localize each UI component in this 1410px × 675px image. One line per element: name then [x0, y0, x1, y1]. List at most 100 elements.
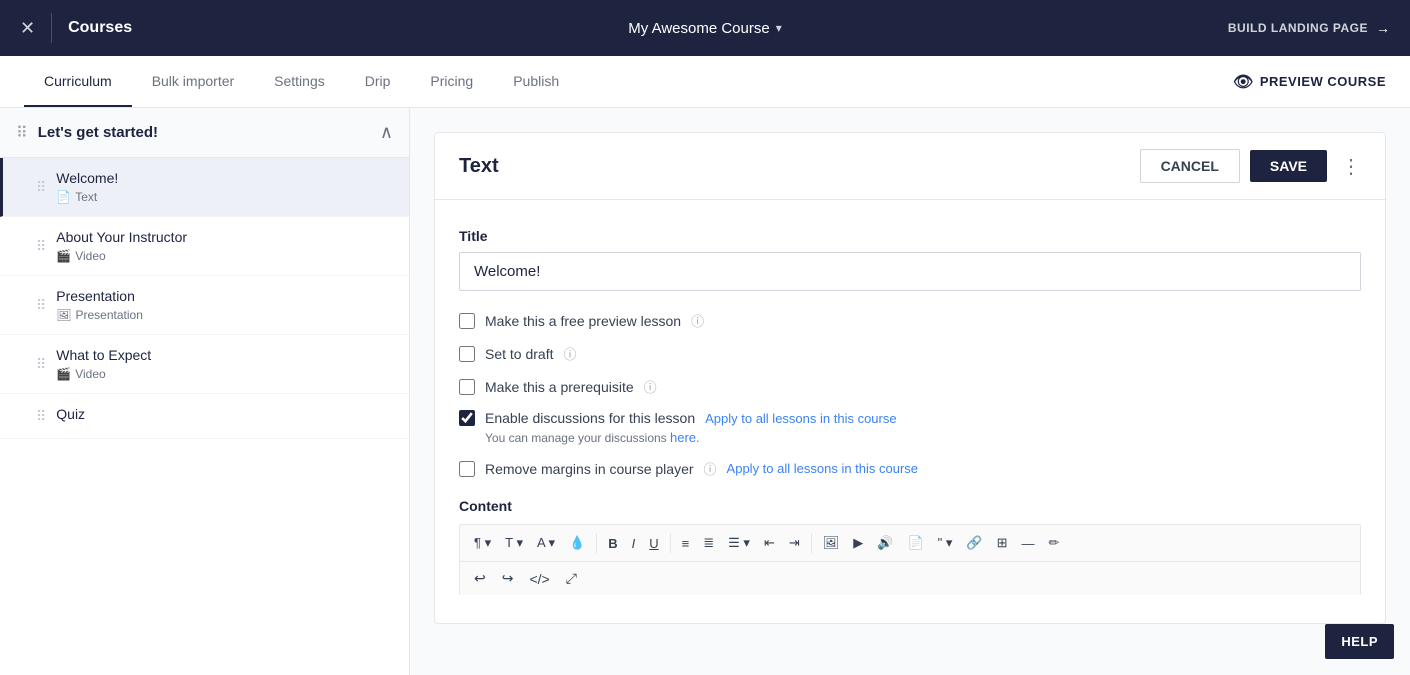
lesson-item-welcome[interactable]: ⠿ Welcome! 📄 Text: [0, 158, 409, 217]
highlight-button[interactable]: 💧: [563, 531, 591, 555]
vertical-divider: [51, 13, 52, 43]
arrow-right-icon: →: [1376, 20, 1390, 36]
ordered-list-button[interactable]: ≣: [697, 531, 720, 555]
tab-drip[interactable]: Drip: [345, 57, 411, 107]
lesson-item-quiz[interactable]: ⠿ Quiz: [0, 394, 409, 439]
draft-label: Set to draft: [485, 346, 553, 362]
redo-button[interactable]: ↪: [496, 566, 520, 591]
help-button[interactable]: HELP: [1325, 624, 1394, 659]
lesson-drag-handle[interactable]: ⠿: [36, 179, 46, 196]
text-type-icon: 📄: [56, 190, 71, 204]
prerequisite-checkbox[interactable]: [459, 379, 475, 395]
text-size-button[interactable]: T ▾: [499, 531, 529, 555]
editor-body: Title Make this a free preview lesson ⓘ: [435, 200, 1385, 623]
course-title[interactable]: My Awesome Course: [628, 20, 769, 37]
tab-curriculum[interactable]: Curriculum: [24, 57, 132, 107]
save-button[interactable]: SAVE: [1250, 150, 1327, 182]
lesson-type-about: 🎬 Video: [56, 249, 393, 263]
course-title-area: My Awesome Course ▾: [628, 20, 781, 37]
collapse-section-icon[interactable]: ∧: [380, 122, 393, 143]
free-preview-info-icon[interactable]: ⓘ: [691, 311, 704, 330]
section-header: ⠿ Let's get started! ∧: [0, 108, 409, 158]
checkbox-row-discussions: Enable discussions for this lesson Apply…: [459, 410, 1361, 445]
draft-checkbox[interactable]: [459, 346, 475, 362]
tab-publish[interactable]: Publish: [493, 57, 579, 107]
lesson-item-presentation[interactable]: ⠿ Presentation 🖼 Presentation: [0, 276, 409, 335]
tab-bulk-importer[interactable]: Bulk importer: [132, 57, 254, 107]
paragraph-button[interactable]: ¶ ▾: [468, 531, 497, 555]
align-button[interactable]: ☰ ▾: [722, 531, 756, 555]
free-preview-checkbox[interactable]: [459, 313, 475, 329]
more-options-icon[interactable]: ⋮: [1341, 154, 1361, 179]
lesson-info-welcome: Welcome! 📄 Text: [56, 170, 393, 204]
editor-panel: Text CANCEL SAVE ⋮ Title Mak: [434, 132, 1386, 624]
build-landing-page-button[interactable]: BUILD LANDING PAGE: [1228, 21, 1368, 35]
lesson-drag-handle[interactable]: ⠿: [36, 356, 46, 373]
lesson-item-expect[interactable]: ⠿ What to Expect 🎬 Video: [0, 335, 409, 394]
title-input[interactable]: [459, 252, 1361, 291]
source-button[interactable]: </>: [523, 567, 555, 591]
draft-info-icon[interactable]: ⓘ: [563, 344, 576, 363]
tab-pricing[interactable]: Pricing: [410, 57, 493, 107]
underline-button[interactable]: U: [643, 532, 664, 555]
header-actions: CANCEL SAVE ⋮: [1140, 149, 1361, 183]
bold-button[interactable]: B: [602, 532, 623, 555]
audio-button[interactable]: 🔊: [871, 531, 899, 555]
lesson-title-quiz: Quiz: [56, 406, 393, 422]
margins-checkbox[interactable]: [459, 461, 475, 477]
lesson-info-quiz: Quiz: [56, 406, 393, 426]
lesson-type-presentation: 🖼 Presentation: [56, 308, 393, 322]
section-title: Let's get started!: [38, 124, 380, 141]
checkbox-row-margins: Remove margins in course player ⓘ Apply …: [459, 459, 1361, 478]
discussions-checkbox[interactable]: [459, 410, 475, 426]
minus-button[interactable]: —: [1016, 532, 1041, 555]
clear-format-button[interactable]: ✏: [1043, 531, 1066, 555]
file-button[interactable]: 📄: [901, 531, 929, 555]
editor-header: Text CANCEL SAVE ⋮: [435, 133, 1385, 200]
top-bar: ✕ Courses My Awesome Course ▾ BUILD LAND…: [0, 0, 1410, 56]
lesson-type-expect: 🎬 Video: [56, 367, 393, 381]
checkbox-group: Make this a free preview lesson ⓘ Set to…: [459, 311, 1361, 478]
indent-left-button[interactable]: ⇤: [758, 531, 781, 555]
discussions-here-link[interactable]: here.: [670, 430, 700, 445]
lesson-type-label-welcome: Text: [75, 190, 97, 204]
toolbar-separator-2: [670, 533, 671, 553]
lesson-title-presentation: Presentation: [56, 288, 393, 304]
lesson-type-welcome: 📄 Text: [56, 190, 393, 204]
table-button[interactable]: ⊞: [991, 531, 1014, 555]
preview-course-label: PREVIEW COURSE: [1260, 74, 1386, 89]
lesson-title-about: About Your Instructor: [56, 229, 393, 245]
lesson-drag-handle[interactable]: ⠿: [36, 297, 46, 314]
tab-nav-right: 👁 PREVIEW COURSE: [1233, 72, 1386, 92]
preview-course-button[interactable]: 👁 PREVIEW COURSE: [1233, 72, 1386, 92]
apply-margins-link[interactable]: Apply to all lessons in this course: [727, 461, 918, 476]
lesson-drag-handle[interactable]: ⠿: [36, 408, 46, 425]
image-button[interactable]: 🖼: [817, 531, 846, 555]
content-section-label: Content: [459, 498, 1361, 514]
quote-button[interactable]: " ▾: [932, 531, 959, 555]
tab-navigation: Curriculum Bulk importer Settings Drip P…: [0, 56, 1410, 108]
indent-right-button[interactable]: ⇥: [783, 531, 806, 555]
bullet-list-button[interactable]: ≡: [676, 532, 696, 555]
fullscreen-button[interactable]: ⤢: [560, 566, 583, 591]
lesson-drag-handle[interactable]: ⠿: [36, 238, 46, 255]
prerequisite-label: Make this a prerequisite: [485, 379, 634, 395]
undo-button[interactable]: ↩: [468, 566, 492, 591]
link-button[interactable]: 🔗: [960, 531, 988, 555]
discussions-label: Enable discussions for this lesson: [485, 410, 695, 426]
cancel-button[interactable]: CANCEL: [1140, 149, 1240, 183]
close-icon[interactable]: ✕: [20, 18, 35, 39]
prerequisite-info-icon[interactable]: ⓘ: [644, 377, 657, 396]
course-dropdown-icon[interactable]: ▾: [776, 21, 782, 35]
tab-settings[interactable]: Settings: [254, 57, 345, 107]
italic-button[interactable]: I: [626, 532, 642, 555]
section-drag-handle[interactable]: ⠿: [16, 123, 28, 143]
editor-toolbar-row2: ↩ ↪ </> ⤢: [459, 562, 1361, 595]
margins-info-icon[interactable]: ⓘ: [704, 459, 717, 478]
font-color-button[interactable]: A ▾: [531, 531, 561, 555]
presentation-type-icon: 🖼: [56, 308, 71, 322]
apply-discussions-link[interactable]: Apply to all lessons in this course: [705, 411, 896, 426]
video-type-icon-expect: 🎬: [56, 367, 71, 381]
lesson-item-about[interactable]: ⠿ About Your Instructor 🎬 Video: [0, 217, 409, 276]
video-button[interactable]: ▶: [847, 531, 869, 555]
